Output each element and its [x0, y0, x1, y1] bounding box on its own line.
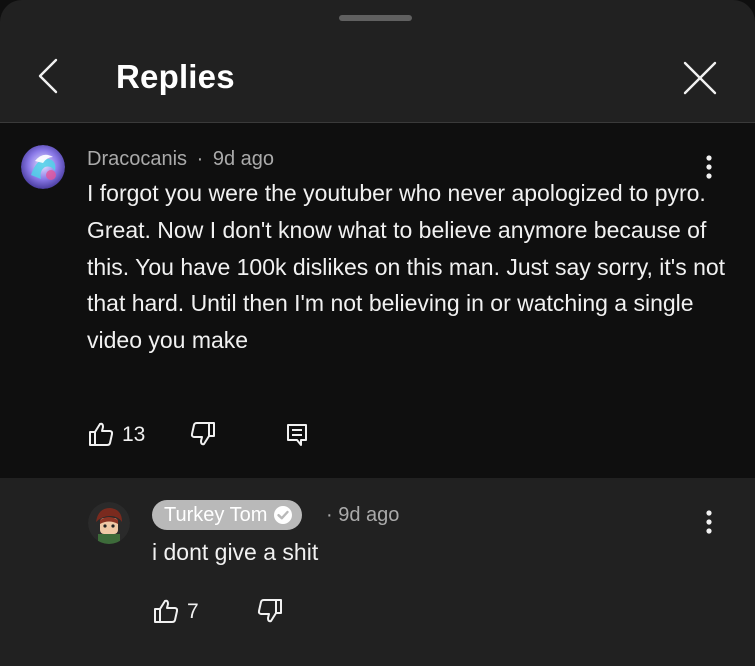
drag-handle[interactable]	[339, 15, 412, 21]
meta-separator: ·	[196, 148, 204, 170]
reply-author: Turkey Tom	[164, 503, 268, 526]
reply-button[interactable]	[283, 419, 313, 449]
reply-comment: Turkey Tom · 9d ago i dont give a shit 7	[0, 478, 755, 666]
reply-menu-button[interactable]	[697, 507, 721, 537]
replies-header: Replies	[0, 30, 755, 123]
reply-time: · 9d ago	[326, 504, 400, 526]
close-icon	[683, 61, 717, 95]
like-button[interactable]: 7	[152, 596, 204, 626]
thumbs-down-icon	[190, 422, 215, 446]
dislike-button[interactable]	[188, 419, 218, 449]
chevron-left-icon	[38, 58, 58, 94]
comment-time: 9d ago	[212, 148, 275, 170]
more-vert-icon	[706, 155, 712, 179]
back-button[interactable]	[28, 54, 72, 98]
reply-text: i dont give a shit	[152, 539, 319, 565]
avatar[interactable]	[88, 502, 130, 544]
like-count: 7	[187, 600, 199, 623]
author-chip[interactable]: Turkey Tom	[152, 500, 303, 530]
comment-meta: Dracocanis · 9d ago	[87, 148, 274, 171]
parent-comment: Dracocanis · 9d ago I forgot you were th…	[0, 123, 755, 478]
comment-text: I forgot you were the youtuber who never…	[87, 180, 726, 354]
thumbs-up-icon	[89, 422, 114, 446]
page-title: Replies	[116, 58, 235, 95]
comment-menu-button[interactable]	[697, 152, 721, 182]
more-vert-icon	[706, 510, 712, 534]
avatar-image-icon	[21, 145, 65, 189]
dislike-button[interactable]	[255, 596, 285, 626]
thumbs-up-icon	[154, 599, 179, 623]
like-button[interactable]: 13	[87, 419, 149, 449]
comment-author[interactable]: Dracocanis	[87, 148, 187, 170]
close-button[interactable]	[678, 56, 722, 100]
like-count: 13	[122, 423, 146, 446]
thumbs-down-icon	[257, 599, 282, 623]
reply-comment-icon	[287, 424, 307, 446]
avatar-image-icon	[88, 502, 130, 544]
verified-check-icon	[274, 506, 293, 524]
avatar[interactable]	[21, 145, 65, 189]
replies-sheet: Replies Dracocanis · 9d ago I forgot you…	[0, 0, 755, 666]
